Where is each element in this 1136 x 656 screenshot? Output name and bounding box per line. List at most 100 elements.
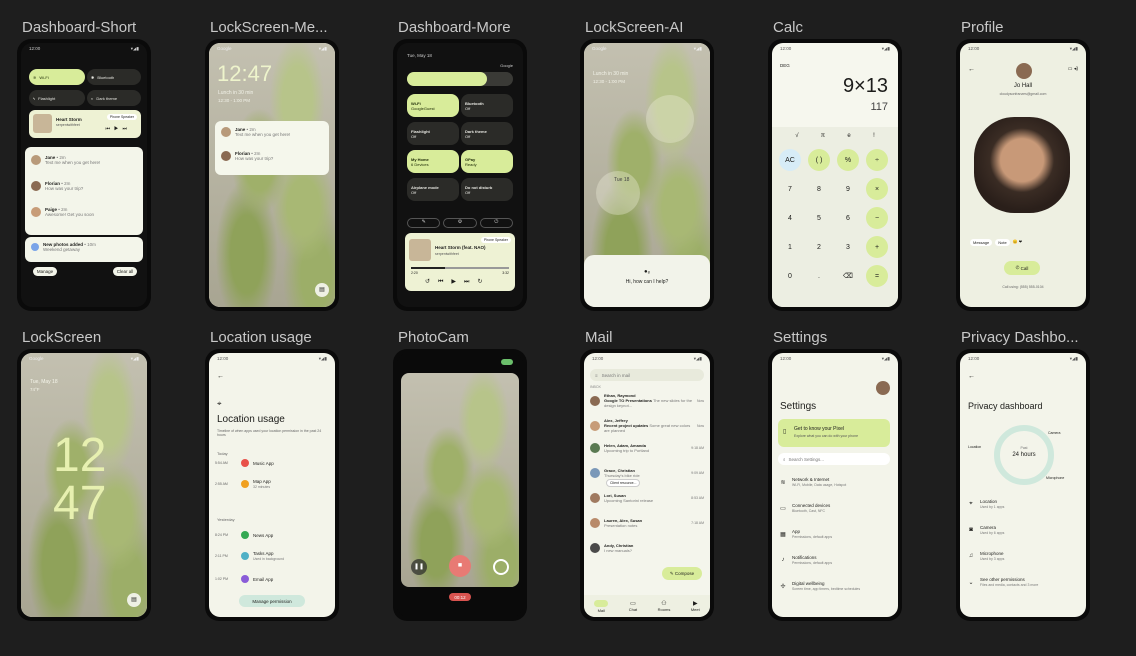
calc-key[interactable]: AC xyxy=(779,149,801,171)
settings-icon[interactable]: ⚙ xyxy=(443,218,477,228)
calc-key[interactable]: 8 xyxy=(808,178,830,200)
tile-my-home[interactable]: My Home 6 Devices xyxy=(407,150,459,173)
e-key[interactable]: e xyxy=(847,133,850,139)
message-chip[interactable]: Message xyxy=(970,239,993,246)
timeline-item[interactable]: 2:11 PM Tasks App Used in background xyxy=(215,551,329,561)
calc-key[interactable]: + xyxy=(866,236,888,258)
calc-key[interactable]: 5 xyxy=(808,207,830,229)
settings-item[interactable]: ▭ Connected devices Bluetooth, Cast, NFC xyxy=(778,503,892,513)
mail-item[interactable]: Lori, Susan Upcoming Santorini release 8:… xyxy=(590,493,704,503)
calc-key[interactable]: 0 xyxy=(779,265,801,287)
settings-item[interactable]: ✢ Digital wellbeing Screen time, app timer… xyxy=(778,581,892,591)
mail-item[interactable]: Andy, Christian I new manuals? xyxy=(590,543,704,553)
clear-all-button[interactable]: Clear all xyxy=(113,267,137,276)
manage-button[interactable]: Manage xyxy=(33,267,57,276)
wallet-icon[interactable]: ▤ xyxy=(127,593,141,607)
note-chip[interactable]: Note xyxy=(995,239,1010,246)
tile-dark-theme[interactable]: ◐ Dark theme xyxy=(87,90,141,106)
permission-item[interactable]: ♫ Microphone Used by 3 apps xyxy=(966,551,1080,561)
sqrt-key[interactable]: √ xyxy=(795,133,798,139)
search-settings[interactable]: ⌕ Search Settings... xyxy=(778,453,890,465)
tile-flashlight[interactable]: ϟ Flashlight xyxy=(29,90,85,106)
mail-item[interactable]: Ethan, Raymond Google TO Presentations Th… xyxy=(590,393,704,408)
avatar[interactable] xyxy=(876,381,890,395)
pi-key[interactable]: π xyxy=(821,133,825,139)
notification[interactable]: Paige • 2m Awesome! Get you soon xyxy=(31,207,137,217)
call-button[interactable]: ✆ Call xyxy=(1004,261,1040,275)
calc-key[interactable]: % xyxy=(837,149,859,171)
assistant-sheet[interactable]: ●₈ Hi, how can I help? xyxy=(584,255,710,307)
pause-icon[interactable]: ❚❚ xyxy=(411,559,427,575)
timeline-item[interactable]: 8:24 PM News App xyxy=(215,531,329,539)
settings-item[interactable]: ♪ Notifications Permissions, default apps xyxy=(778,555,892,565)
factorial-key[interactable]: ! xyxy=(873,133,875,139)
expression[interactable]: 9×13 xyxy=(843,75,888,98)
tile-dnd[interactable]: Do not disturb Off xyxy=(461,178,513,201)
calc-key[interactable]: 2 xyxy=(808,236,830,258)
timeline-item[interactable]: 1:02 PM Email App xyxy=(215,575,329,583)
permission-item[interactable]: ⌄ See other permissions Files and media, c… xyxy=(966,577,1080,587)
timeline-item[interactable]: 2:55 AM Map App 32 minutes xyxy=(215,479,329,489)
angle-mode[interactable]: DEG xyxy=(780,63,790,68)
brightness-slider[interactable] xyxy=(407,72,513,86)
calc-key[interactable]: 4 xyxy=(779,207,801,229)
mail-item[interactable]: Grace, Christian Thursday's bike ride 9:0… xyxy=(590,468,704,478)
seek-bar[interactable] xyxy=(411,267,509,269)
emoji-icon[interactable]: 😊 ❤ xyxy=(1013,239,1022,246)
power-icon[interactable]: ⏻ xyxy=(479,218,513,228)
output-badge[interactable]: Phone Speaker xyxy=(106,114,137,120)
search-bar[interactable]: ≡ Search in mail xyxy=(590,369,704,381)
tile-flashlight[interactable]: Flashlight Off xyxy=(407,122,459,145)
back-icon[interactable]: ← xyxy=(968,66,975,73)
nav-meet[interactable]: ▶ Meet xyxy=(691,600,700,612)
media-player[interactable]: Heart Storm serpentwithfeet Phone Speake… xyxy=(29,110,141,138)
media-player[interactable]: Heart Storm (feat. NAO) serpentwithfeet … xyxy=(405,233,515,291)
tile-wifi[interactable]: Wi-Fi GoogleGuest xyxy=(407,94,459,117)
manage-permission-button[interactable]: Manage permission xyxy=(239,595,305,607)
tile-bluetooth[interactable]: Bluetooth Off xyxy=(461,94,513,117)
timeline-item[interactable]: 5:54 AM Music App xyxy=(215,459,329,467)
compose-button[interactable]: ✎ Compose xyxy=(662,567,702,580)
notification[interactable]: Jane • 2m Text me when you get here! xyxy=(31,155,137,165)
settings-item[interactable]: ▦ App Permissions, default apps xyxy=(778,529,892,539)
stop-record-button[interactable]: ■ xyxy=(449,555,471,577)
back-icon[interactable]: ← xyxy=(217,373,224,380)
calc-key[interactable]: 3 xyxy=(837,236,859,258)
output-badge[interactable]: Phone Speaker xyxy=(480,237,511,243)
permission-item[interactable]: ⌖ Location Used by 1 apps xyxy=(966,499,1080,509)
promo-card[interactable]: Get to know your Pixel Explore what you … xyxy=(778,419,890,447)
tile-wifi[interactable]: ≋ Wi-Fi xyxy=(29,69,85,85)
mail-item[interactable]: Lauren, Alex, Susan Presentation notes 7:… xyxy=(590,518,704,528)
calc-key[interactable]: ÷ xyxy=(866,149,888,171)
calc-key[interactable]: 9 xyxy=(837,178,859,200)
tile-dark-theme[interactable]: Dark theme Off xyxy=(461,122,513,145)
calc-key[interactable]: 1 xyxy=(779,236,801,258)
notification[interactable]: Florian • 2m How was your trip? xyxy=(31,181,137,191)
media-controls[interactable]: ↺⏮▶⏭↻ xyxy=(425,278,490,286)
shutter-icon[interactable] xyxy=(493,559,509,575)
media-controls[interactable]: ⏮▶⏭ xyxy=(106,126,131,132)
notification[interactable]: Jane • 2m Text me when you get here! xyxy=(221,127,323,137)
notification[interactable]: Florian • 2m How was your trip? xyxy=(221,151,323,161)
wallet-icon[interactable]: ▤ xyxy=(315,283,329,297)
settings-item[interactable]: ≋ Network & Internet Wi-Fi, Mobile, Data u… xyxy=(778,477,892,487)
mail-item[interactable]: Helen, Adam, Amanda Upcoming trip to Por… xyxy=(590,443,704,453)
attachment-chip[interactable]: Client resource... xyxy=(606,479,641,487)
calc-key[interactable]: 7 xyxy=(779,178,801,200)
calc-key[interactable]: − xyxy=(866,207,888,229)
calc-key[interactable]: × xyxy=(866,178,888,200)
edit-icon[interactable]: ✎ xyxy=(407,218,441,228)
back-icon[interactable]: ← xyxy=(968,373,975,380)
nav-mail[interactable]: Mail xyxy=(594,599,609,613)
header-actions[interactable]: ▭ ◂) xyxy=(1068,66,1078,72)
nav-chat[interactable]: ▭ Chat xyxy=(629,600,637,612)
calc-key[interactable]: . xyxy=(808,265,830,287)
tile-bluetooth[interactable]: ✱ Bluetooth xyxy=(87,69,141,85)
nav-rooms[interactable]: ⚇ Rooms xyxy=(658,600,671,612)
calc-key[interactable]: ⌫ xyxy=(837,265,859,287)
tile-airplane[interactable]: Airplane mode Off xyxy=(407,178,459,201)
tile-gpay[interactable]: GPay Ready xyxy=(461,150,513,173)
photos-notification[interactable]: New photos added • 10m Weekend getaway xyxy=(25,237,143,262)
mail-item[interactable]: Alex, Jeffrey Recent project updates Some… xyxy=(590,418,704,433)
calc-key[interactable]: = xyxy=(866,265,888,287)
